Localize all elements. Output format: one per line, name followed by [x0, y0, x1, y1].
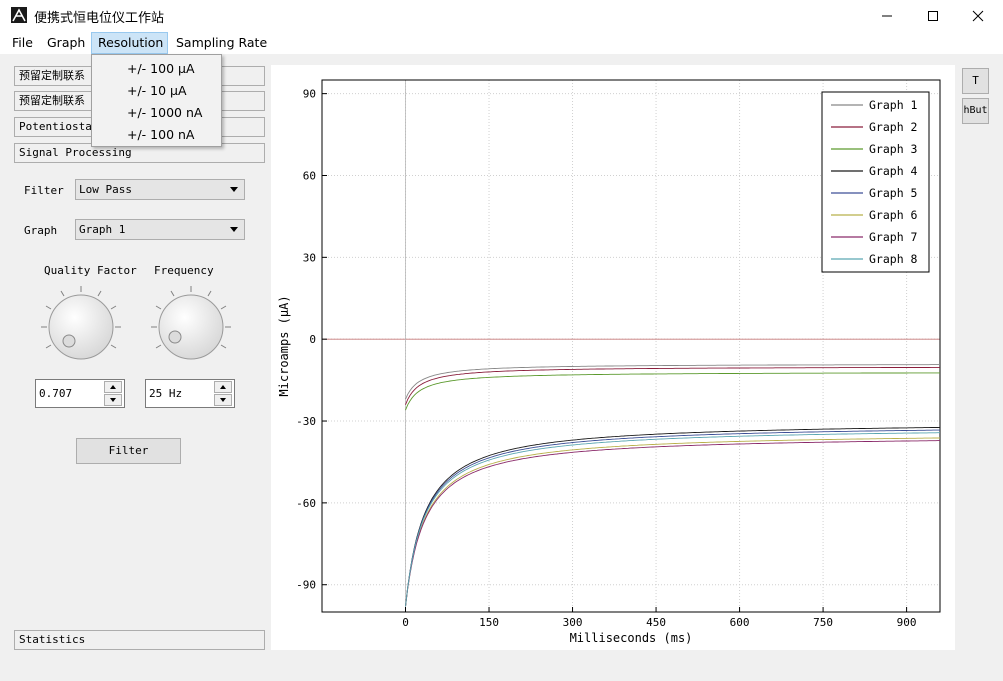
frequency-value: 25 Hz	[149, 387, 183, 400]
y-tick-label: -30	[296, 415, 316, 428]
filter-select-value: Low Pass	[79, 183, 132, 196]
series-line-1	[405, 364, 940, 400]
arrow-down-icon	[110, 398, 116, 402]
x-tick-label: 300	[563, 616, 583, 629]
tool-button-t[interactable]: T	[962, 68, 989, 94]
x-tick-label: 150	[479, 616, 499, 629]
series-line-4	[405, 426, 941, 607]
spin-down-button[interactable]	[104, 394, 122, 406]
app-icon	[11, 7, 27, 23]
arrow-down-icon	[220, 398, 226, 402]
graph-select-value: Graph 1	[79, 223, 126, 236]
dial-indicator-icon	[62, 334, 76, 348]
y-axis-label: Microamps (µA)	[277, 295, 291, 396]
filter-button[interactable]: Filter	[76, 438, 181, 464]
tool-button-hbut[interactable]: hBut	[962, 98, 989, 124]
quality-factor-label: Quality Factor	[44, 264, 137, 277]
chevron-down-icon	[230, 227, 238, 232]
app-window: 便携式恒电位仪工作站 File Graph Resolution Samplin…	[0, 0, 1003, 681]
legend-entry: Graph 4	[869, 164, 918, 178]
legend-entry: Graph 2	[869, 120, 917, 134]
dial-indicator-icon	[168, 330, 182, 344]
filter-select[interactable]: Low Pass	[75, 179, 245, 200]
legend-entry: Graph 1	[869, 98, 918, 112]
resolution-option-1000na[interactable]: +/- 1000 nA	[127, 102, 202, 124]
spin-down-button[interactable]	[214, 394, 232, 406]
minimize-button[interactable]	[864, 0, 910, 32]
menu-bar: File Graph Resolution Sampling Rate	[0, 32, 1003, 54]
left-panel: 预留定制联系 预留定制联系 Potentiostat Signal Proces…	[0, 54, 270, 681]
resolution-option-10ua[interactable]: +/- 10 µA	[127, 80, 187, 102]
frequency-dial[interactable]	[146, 282, 236, 372]
arrow-up-icon	[110, 385, 116, 389]
title-bar: 便携式恒电位仪工作站	[0, 0, 1003, 32]
legend-entry: Graph 5	[869, 186, 917, 200]
x-tick-label: 450	[646, 616, 666, 629]
series-line-6	[405, 437, 940, 607]
legend-entry: Graph 6	[869, 208, 918, 222]
spin-up-button[interactable]	[214, 381, 232, 393]
y-tick-label: 0	[309, 333, 316, 346]
window-title: 便携式恒电位仪工作站	[34, 11, 165, 26]
arrow-up-icon	[220, 385, 226, 389]
section-statistics[interactable]: Statistics	[14, 630, 265, 650]
quality-factor-spinbox[interactable]: 0.707	[35, 379, 125, 408]
minimize-icon	[882, 15, 892, 17]
filter-label: Filter	[24, 184, 64, 197]
legend-entry: Graph 7	[869, 230, 918, 244]
resolution-option-100na[interactable]: +/- 100 nA	[127, 124, 194, 146]
y-tick-label: 60	[303, 169, 316, 182]
legend-box	[821, 91, 930, 273]
y-tick-label: -60	[296, 497, 316, 510]
graph-select[interactable]: Graph 1	[75, 219, 245, 240]
y-tick-label: 90	[303, 88, 316, 101]
x-tick-label: 600	[730, 616, 750, 629]
menu-resolution[interactable]: Resolution	[91, 32, 168, 54]
spin-up-button[interactable]	[104, 381, 122, 393]
graph-label: Graph	[24, 224, 58, 237]
frequency-spinbox[interactable]: 25 Hz	[145, 379, 235, 408]
quality-factor-dial[interactable]	[36, 282, 126, 372]
quality-factor-value: 0.707	[39, 387, 73, 400]
legend-entry: Graph 8	[869, 252, 918, 266]
menu-sampling-rate[interactable]: Sampling Rate	[170, 32, 273, 54]
close-icon	[972, 10, 984, 22]
x-axis-label: Milliseconds (ms)	[570, 631, 693, 645]
y-tick-label: -90	[296, 579, 316, 592]
menu-file[interactable]: File	[6, 32, 39, 54]
resolution-dropdown: +/- 100 µA +/- 10 µA +/- 1000 nA +/- 100…	[91, 54, 222, 147]
menu-graph[interactable]: Graph	[41, 32, 91, 54]
current-chart[interactable]: 0 150 300 450 600 750 9009060300-30-60-90Milli…	[271, 65, 955, 650]
maximize-button[interactable]	[910, 0, 956, 32]
frequency-label: Frequency	[154, 264, 214, 277]
close-button[interactable]	[955, 0, 1001, 32]
maximize-icon	[928, 11, 938, 21]
x-tick-label: 750	[813, 616, 833, 629]
y-tick-label: 30	[303, 251, 316, 264]
plot-area: 0 150 300 450 600 750 900 90 60 30 0 -30 -60 -90 Milli…	[271, 65, 955, 650]
series-line-3	[405, 372, 940, 411]
x-tick-label: 0	[402, 616, 409, 629]
resolution-option-100ua[interactable]: +/- 100 µA	[127, 58, 195, 80]
legend-entry: Graph 3	[869, 142, 918, 156]
x-tick-label: 900	[897, 616, 917, 629]
chevron-down-icon	[230, 187, 238, 192]
